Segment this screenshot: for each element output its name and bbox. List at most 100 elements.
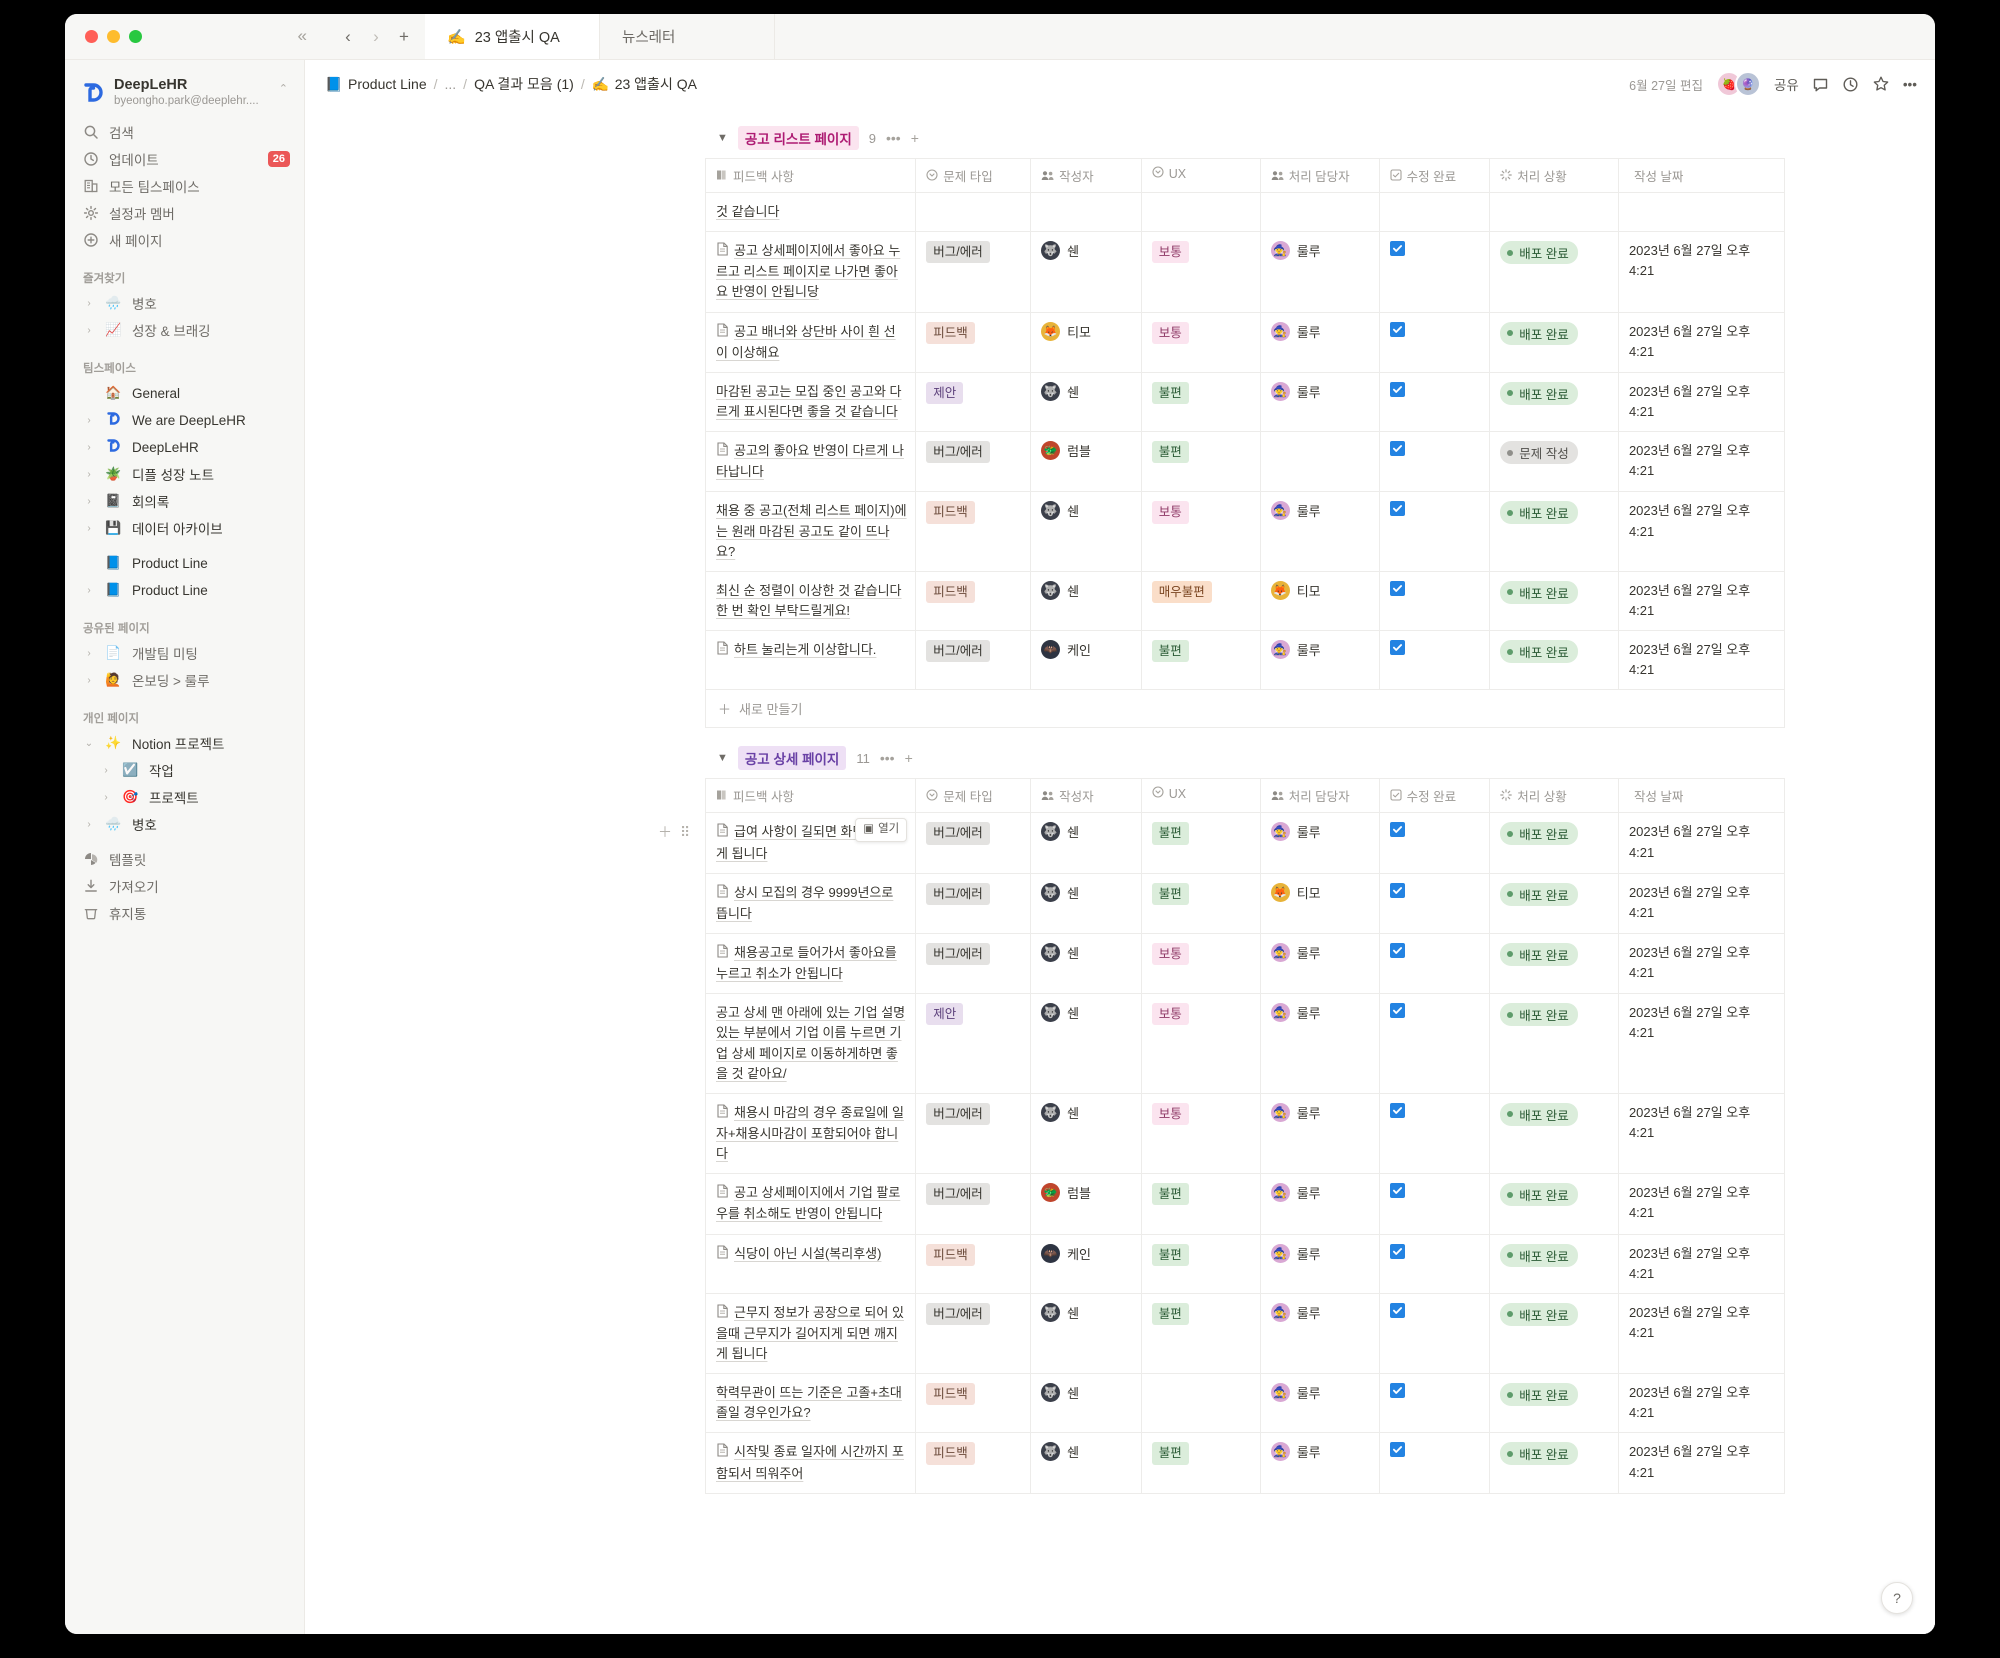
date-cell[interactable]: 2023년 6월 27일 오후 4:21 [1618,312,1784,372]
checkbox-checked[interactable] [1390,943,1405,958]
sidebar-item-We are DeepLeHR[interactable]: ›We are DeepLeHR [65,407,304,434]
author-cell[interactable]: 🐺 쉔 [1031,571,1142,630]
date-cell[interactable]: 2023년 6월 27일 오후 4:21 [1618,1234,1784,1293]
expand-chevron-icon[interactable]: › [83,675,95,686]
workspace-switcher[interactable]: DeepLeHR byeongho.park@deeplehr.... ⌃ [65,70,304,119]
type-cell[interactable]: 버그/에러 [916,232,1031,312]
section-add-icon[interactable]: + [905,750,913,766]
column-header-문제 타입[interactable]: 문제 타입 [916,159,1031,193]
ux-cell[interactable] [1141,1374,1260,1433]
feedback-cell[interactable]: 근무지 정보가 공장으로 되어 있을때 근무지가 길어지게 되면 깨지게 됩니다 [706,1293,916,1373]
type-cell[interactable]: 버그/에러 [916,1174,1031,1234]
ux-cell[interactable]: 보통 [1141,994,1260,1094]
breadcrumb-item-2[interactable]: QA 결과 모음 (1) [474,74,574,94]
done-cell[interactable] [1379,193,1490,232]
ux-cell[interactable]: 보통 [1141,492,1260,571]
sidebar-item-General[interactable]: 🏠General [65,380,304,407]
done-cell[interactable] [1379,312,1490,372]
breadcrumb-item-3[interactable]: ✍️23 앱출시 QA [592,74,697,94]
ux-cell[interactable]: 불편 [1141,372,1260,431]
minimize-window-button[interactable] [107,30,120,43]
sidebar-item-DeepLeHR[interactable]: ›DeepLeHR [65,434,304,461]
assignee-cell[interactable]: 🦊 티모 [1260,873,1379,933]
assignee-cell[interactable]: 🦊 티모 [1260,571,1379,630]
column-header-처리 담당자[interactable]: 처리 담당자 [1260,159,1379,193]
sidebar-item-휴지통[interactable]: 휴지통 [65,900,304,927]
expand-chevron-icon[interactable]: › [100,765,112,776]
sidebar-item-Product Line[interactable]: 📘Product Line [65,550,304,577]
ux-cell[interactable]: 불편 [1141,1174,1260,1234]
checkbox-checked[interactable] [1390,1442,1405,1457]
author-cell[interactable]: 🐲 럼블 [1031,1174,1142,1234]
maximize-window-button[interactable] [129,30,142,43]
new-row-button[interactable]: ＋새로 만들기 [705,690,1785,728]
feedback-cell[interactable]: 공고 상세페이지에서 기업 팔로우를 취소해도 반영이 안됩니다 [706,1174,916,1234]
done-cell[interactable] [1379,1374,1490,1433]
author-cell[interactable]: 🦇 케인 [1031,1234,1142,1293]
status-cell[interactable]: 배포 완료 [1490,1433,1619,1493]
feedback-cell[interactable]: 상시 모집의 경우 9999년으로 뜹니다 [706,873,916,933]
checkbox-checked[interactable] [1390,1003,1405,1018]
checkbox-checked[interactable] [1390,322,1405,337]
assignee-cell[interactable]: 🧙 룰루 [1260,933,1379,993]
type-cell[interactable]: 버그/에러 [916,873,1031,933]
done-cell[interactable] [1379,813,1490,873]
status-cell[interactable]: 배포 완료 [1490,492,1619,571]
type-cell[interactable]: 버그/에러 [916,631,1031,690]
expand-chevron-icon[interactable]: › [83,496,95,507]
favorite-star-icon[interactable] [1872,75,1890,93]
feedback-cell[interactable]: ＋⠿급여 사항이 길되면 화면이 깨지게 됩니다▣열기 [706,813,916,873]
table-row[interactable]: 상시 모집의 경우 9999년으로 뜹니다 버그/에러 🐺 쉔 불편 🦊 티모 … [706,873,1785,933]
checkbox-checked[interactable] [1390,1103,1405,1118]
table-row[interactable]: 시작및 종료 일자에 시간까지 포함되서 띄워주어 피드백 🐺 쉔 불편 🧙 룰… [706,1433,1785,1493]
status-cell[interactable]: 배포 완료 [1490,571,1619,630]
comment-icon[interactable] [1812,76,1829,93]
open-row-button[interactable]: ▣열기 [855,818,907,842]
ux-cell[interactable]: 보통 [1141,933,1260,993]
collapse-sidebar-icon[interactable]: « [298,27,307,44]
column-header-작성자[interactable]: 작성자 [1031,159,1142,193]
ux-cell[interactable]: 매우불편 [1141,571,1260,630]
author-cell[interactable]: 🐺 쉔 [1031,1433,1142,1493]
author-cell[interactable]: 🐲 럼블 [1031,432,1142,492]
status-cell[interactable]: 배포 완료 [1490,1293,1619,1373]
type-cell[interactable]: 피드백 [916,1234,1031,1293]
ux-cell[interactable]: 불편 [1141,1234,1260,1293]
type-cell[interactable]: 제안 [916,994,1031,1094]
feedback-cell[interactable]: 학력무관이 뜨는 기준은 고졸+초대졸일 경우인가요? [706,1374,916,1433]
sidebar-item-모든 팀스페이스[interactable]: 모든 팀스페이스 [65,173,304,200]
ux-cell[interactable]: 보통 [1141,1093,1260,1173]
author-cell[interactable]: 🐺 쉔 [1031,1293,1142,1373]
sidebar-item-디플 성장 노트[interactable]: ›🪴디플 성장 노트 [65,461,304,488]
checkbox-checked[interactable] [1390,1303,1405,1318]
assignee-cell[interactable]: 🧙 룰루 [1260,312,1379,372]
date-cell[interactable]: 2023년 6월 27일 오후 4:21 [1618,1433,1784,1493]
type-cell[interactable]: 제안 [916,372,1031,431]
status-cell[interactable]: 배포 완료 [1490,1174,1619,1234]
author-cell[interactable]: 🦇 케인 [1031,631,1142,690]
assignee-cell[interactable] [1260,432,1379,492]
author-cell[interactable] [1031,193,1142,232]
assignee-cell[interactable]: 🧙 룰루 [1260,492,1379,571]
sidebar-item-검색[interactable]: 검색 [65,119,304,146]
status-cell[interactable]: 배포 완료 [1490,631,1619,690]
sidebar-item-새 페이지[interactable]: 새 페이지 [65,227,304,254]
column-header-UX[interactable]: UX [1141,779,1260,813]
type-cell[interactable] [916,193,1031,232]
feedback-cell[interactable]: 시작및 종료 일자에 시간까지 포함되서 띄워주어 [706,1433,916,1493]
column-header-처리 상황[interactable]: 처리 상황 [1490,779,1619,813]
author-cell[interactable]: 🐺 쉔 [1031,492,1142,571]
done-cell[interactable] [1379,492,1490,571]
feedback-cell[interactable]: 채용 중 공고(전체 리스트 페이지)에는 원래 마감된 공고도 같이 뜨나요? [706,492,916,571]
status-cell[interactable]: 배포 완료 [1490,312,1619,372]
chevron-updown-icon[interactable]: ⌃ [279,84,288,95]
done-cell[interactable] [1379,432,1490,492]
assignee-cell[interactable]: 🧙 룰루 [1260,631,1379,690]
breadcrumb-item-1[interactable]: ... [445,76,457,92]
share-button[interactable]: 공유 [1774,74,1799,94]
author-cell[interactable]: 🐺 쉔 [1031,994,1142,1094]
column-header-처리 상황[interactable]: 처리 상황 [1490,159,1619,193]
date-cell[interactable]: 2023년 6월 27일 오후 4:21 [1618,571,1784,630]
table-row[interactable]: 채용시 마감의 경우 종료일에 일자+채용시마감이 포함되어야 합니다 버그/에… [706,1093,1785,1173]
table-row[interactable]: 채용 중 공고(전체 리스트 페이지)에는 원래 마감된 공고도 같이 뜨나요?… [706,492,1785,571]
